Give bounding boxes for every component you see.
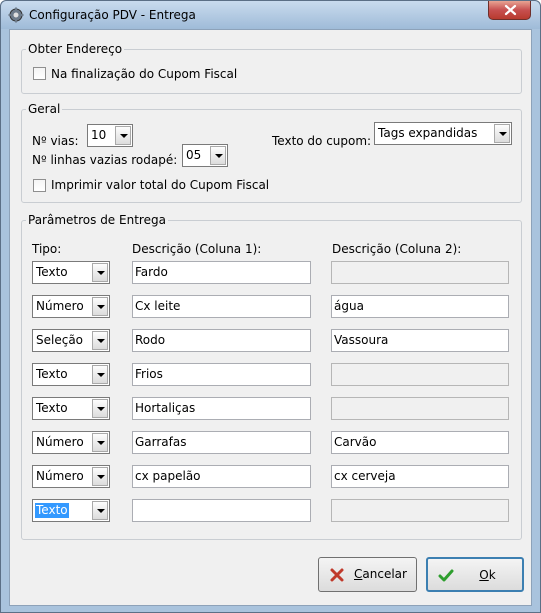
title-bar[interactable]: Configuração PDV - Entrega [1, 1, 540, 29]
desc2-input[interactable]: água [331, 295, 509, 318]
close-icon [330, 568, 344, 582]
vias-label: Nº vias: [32, 134, 79, 148]
parametros-legend: Parâmetros de Entrega [26, 212, 168, 228]
chevron-down-icon[interactable] [92, 331, 108, 350]
parametros-group: Parâmetros de Entrega Tipo: Descrição (C… [21, 212, 522, 540]
desc2-input[interactable]: Carvão [331, 431, 509, 454]
imprimir-label: Imprimir valor total do Cupom Fiscal [51, 178, 270, 192]
chevron-down-icon[interactable] [92, 365, 108, 384]
geral-group: Geral Nº vias: 10 Nº linhas vazias rodap… [21, 101, 522, 203]
desc1-input[interactable]: Garrafas [132, 431, 311, 454]
chevron-down-icon[interactable] [92, 399, 108, 418]
tipo-combo[interactable]: Texto [32, 499, 110, 522]
geral-legend: Geral [26, 101, 63, 117]
desc1-input[interactable] [132, 499, 311, 522]
tipo-combo[interactable]: Número [32, 431, 110, 454]
desc1-value: cx papelão [135, 469, 201, 483]
tipo-value: Seleção [36, 333, 84, 347]
close-button[interactable] [488, 1, 531, 20]
vias-combo[interactable]: 10 [87, 124, 133, 147]
tipo-value: Texto [36, 401, 68, 415]
desc1-input[interactable]: Cx leite [132, 295, 311, 318]
desc2-value: Carvão [334, 435, 377, 449]
desc1-input[interactable]: Frios [132, 363, 311, 386]
tipo-combo[interactable]: Texto [32, 261, 110, 284]
chevron-down-icon[interactable] [92, 501, 108, 520]
cancel-label: Cancelar [354, 567, 407, 581]
desc2-input[interactable]: cx cerveja [331, 465, 509, 488]
window-title: Configuração PDV - Entrega [29, 8, 196, 22]
desc2-input [331, 261, 509, 284]
desc1-input[interactable]: Rodo [132, 329, 311, 352]
cancel-button[interactable]: Cancelar [318, 557, 417, 592]
vias-value: 10 [91, 128, 107, 142]
ok-button[interactable]: Ok [426, 557, 524, 592]
ok-label: Ok [479, 568, 496, 582]
obter-endereco-group: Obter Endereço Na finalização do Cupom F… [21, 41, 522, 94]
tipo-combo[interactable]: Texto [32, 363, 110, 386]
desc1-value: Garrafas [135, 435, 187, 449]
checkmark-icon [438, 569, 454, 582]
tipo-value: Número [36, 469, 84, 483]
tipo-value: Número [36, 435, 84, 449]
tipo-value: Texto [35, 503, 69, 518]
tipo-value: Texto [36, 265, 68, 279]
tipo-header: Tipo: [32, 242, 62, 256]
dialog-body: Obter Endereço Na finalização do Cupom F… [9, 29, 532, 606]
desc1-value: Frios [135, 367, 163, 381]
chevron-down-icon[interactable] [92, 297, 108, 316]
app-icon [8, 7, 24, 23]
texto-cupom-value: Tags expandidas [378, 126, 478, 140]
desc2-input [331, 363, 509, 386]
chevron-down-icon[interactable] [115, 126, 131, 145]
desc2-value: água [334, 299, 364, 313]
tipo-combo[interactable]: Texto [32, 397, 110, 420]
linhas-combo[interactable]: 05 [182, 144, 228, 167]
desc1-value: Cx leite [135, 299, 181, 313]
texto-cupom-combo[interactable]: Tags expandidas [374, 122, 512, 145]
linhas-value: 05 [186, 148, 202, 162]
desc1-value: Hortaliças [135, 401, 196, 415]
chevron-down-icon[interactable] [92, 467, 108, 486]
desc1-value: Rodo [135, 333, 166, 347]
dialog-window: Configuração PDV - Entrega Obter Endereç… [0, 0, 541, 613]
chevron-down-icon[interactable] [494, 124, 510, 143]
desc1-input[interactable]: cx papelão [132, 465, 311, 488]
chevron-down-icon[interactable] [210, 146, 226, 165]
desc1-header: Descrição (Coluna 1): [132, 242, 262, 256]
finalizacao-label: Na finalização do Cupom Fiscal [51, 67, 238, 81]
chevron-down-icon[interactable] [92, 433, 108, 452]
imprimir-checkbox[interactable] [33, 179, 46, 192]
desc2-input[interactable]: Vassoura [331, 329, 509, 352]
close-icon [504, 4, 517, 16]
desc1-input[interactable]: Hortaliças [132, 397, 311, 420]
desc2-value: Vassoura [334, 333, 389, 347]
texto-cupom-label: Texto do cupom: [272, 134, 372, 148]
linhas-label: Nº linhas vazias rodapé: [32, 153, 178, 167]
finalizacao-checkbox[interactable] [33, 67, 46, 80]
desc1-input[interactable]: Fardo [132, 261, 311, 284]
desc1-value: Fardo [135, 265, 168, 279]
tipo-combo[interactable]: Seleção [32, 329, 110, 352]
tipo-value: Texto [36, 367, 68, 381]
chevron-down-icon[interactable] [92, 263, 108, 282]
desc2-input [331, 499, 509, 522]
obter-endereco-legend: Obter Endereço [26, 41, 125, 57]
desc2-input [331, 397, 509, 420]
desc2-header: Descrição (Coluna 2): [332, 242, 462, 256]
desc2-value: cx cerveja [334, 469, 396, 483]
tipo-combo[interactable]: Número [32, 465, 110, 488]
tipo-combo[interactable]: Número [32, 295, 110, 318]
tipo-value: Número [36, 299, 84, 313]
